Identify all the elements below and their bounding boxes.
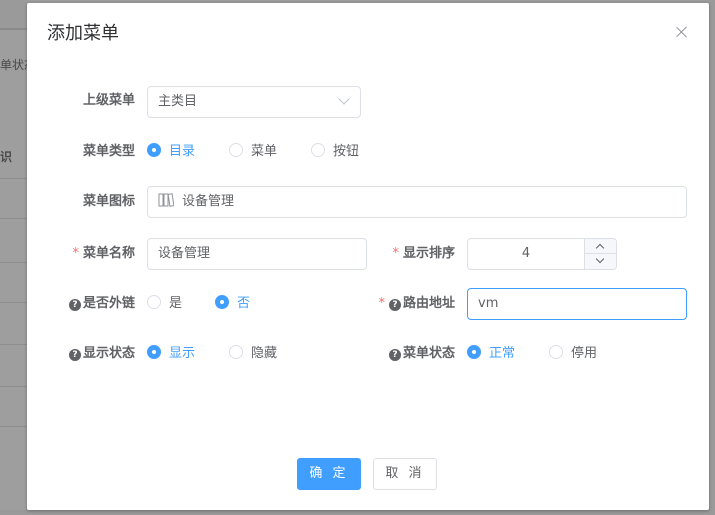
radio-dot xyxy=(311,143,325,157)
radio-label: 显示 xyxy=(169,346,196,361)
chevron-down-icon xyxy=(338,93,350,105)
radio-dot xyxy=(229,345,243,359)
radio-menu-type-menu[interactable]: 菜单 xyxy=(229,136,277,168)
radio-external-yes[interactable]: 是 xyxy=(147,288,182,320)
dialog-title: 添加菜单 xyxy=(47,23,119,44)
radio-display-hide[interactable]: 隐藏 xyxy=(229,338,277,370)
radio-menu-type-button[interactable]: 按钮 xyxy=(311,136,359,168)
radio-label: 否 xyxy=(237,296,251,311)
display-order-value[interactable]: 4 xyxy=(468,239,584,269)
route-path-label-text: 路由地址 xyxy=(402,296,455,311)
menu-icon-value: 设备管理 xyxy=(182,194,235,209)
question-icon[interactable]: ? xyxy=(388,299,401,311)
menu-name-input[interactable]: 设备管理 xyxy=(147,238,367,270)
menu-name-label-text: 菜单名称 xyxy=(82,246,135,261)
background-row-line xyxy=(0,386,30,387)
is-external-label: ? 是否外链 xyxy=(57,288,135,320)
question-icon[interactable]: ? xyxy=(68,349,81,361)
display-status-label: ? 显示状态 xyxy=(57,338,135,370)
required-asterisk: * xyxy=(378,296,385,311)
question-icon[interactable]: ? xyxy=(388,349,401,361)
radio-dot xyxy=(549,345,563,359)
question-icon[interactable]: ? xyxy=(68,299,81,311)
route-path-label: *? 路由地址 xyxy=(357,288,455,320)
radio-dot xyxy=(147,143,161,157)
background-row-line xyxy=(0,344,30,345)
radio-label: 停用 xyxy=(571,346,598,361)
required-asterisk: * xyxy=(72,246,79,261)
cancel-button[interactable]: 取 消 xyxy=(373,458,437,490)
display-status-label-text: 显示状态 xyxy=(82,346,135,361)
confirm-button[interactable]: 确 定 xyxy=(297,458,361,490)
radio-external-no[interactable]: 否 xyxy=(215,288,250,320)
display-order-stepper[interactable]: 4 xyxy=(467,238,617,270)
display-order-label-text: 显示排序 xyxy=(402,246,455,261)
increment-icon[interactable] xyxy=(585,239,616,254)
background-row-line xyxy=(0,178,30,179)
background-column-header: 识 xyxy=(0,150,13,164)
menu-status-label-text: 菜单状态 xyxy=(402,346,455,361)
radio-label: 目录 xyxy=(169,144,196,159)
parent-menu-value: 主类目 xyxy=(158,94,198,109)
radio-label: 菜单 xyxy=(251,144,278,159)
radio-label: 正常 xyxy=(489,346,516,361)
radio-status-disabled[interactable]: 停用 xyxy=(549,338,597,370)
menu-icon-label: 菜单图标 xyxy=(82,194,135,209)
book-icon xyxy=(158,193,174,207)
radio-label: 隐藏 xyxy=(251,346,278,361)
close-icon[interactable] xyxy=(675,25,689,39)
menu-icon-input[interactable]: 设备管理 xyxy=(147,186,687,218)
add-menu-dialog: 添加菜单 上级菜单 主类目 菜单类型 目录 菜单 按钮 菜单图标 设备管理 * 菜… xyxy=(27,3,709,510)
parent-menu-select[interactable]: 主类目 xyxy=(147,86,361,118)
radio-menu-type-directory[interactable]: 目录 xyxy=(147,136,195,168)
menu-status-label: ? 菜单状态 xyxy=(367,338,455,370)
radio-dot xyxy=(229,143,243,157)
background-label: 单状态 xyxy=(0,58,28,72)
radio-status-normal[interactable]: 正常 xyxy=(467,338,515,370)
radio-display-show[interactable]: 显示 xyxy=(147,338,195,370)
background-table xyxy=(0,30,30,510)
decrement-icon[interactable] xyxy=(585,254,616,269)
radio-label: 按钮 xyxy=(333,144,360,159)
background-row-line xyxy=(0,218,30,219)
background-row-line xyxy=(0,302,30,303)
radio-label: 是 xyxy=(169,296,183,311)
parent-menu-label: 上级菜单 xyxy=(82,93,135,108)
is-external-label-text: 是否外链 xyxy=(82,296,135,311)
background-row-line xyxy=(0,426,30,427)
required-asterisk: * xyxy=(392,246,399,261)
background-row-line xyxy=(0,262,30,263)
radio-dot xyxy=(147,345,161,359)
menu-type-label: 菜单类型 xyxy=(82,144,135,159)
radio-dot xyxy=(147,295,161,309)
radio-dot xyxy=(467,345,481,359)
stepper-controls xyxy=(584,239,616,269)
radio-dot xyxy=(215,295,229,309)
display-order-label: * 显示排序 xyxy=(377,238,455,270)
route-path-input[interactable]: vm xyxy=(467,288,687,320)
menu-name-label: * 菜单名称 xyxy=(57,238,135,270)
